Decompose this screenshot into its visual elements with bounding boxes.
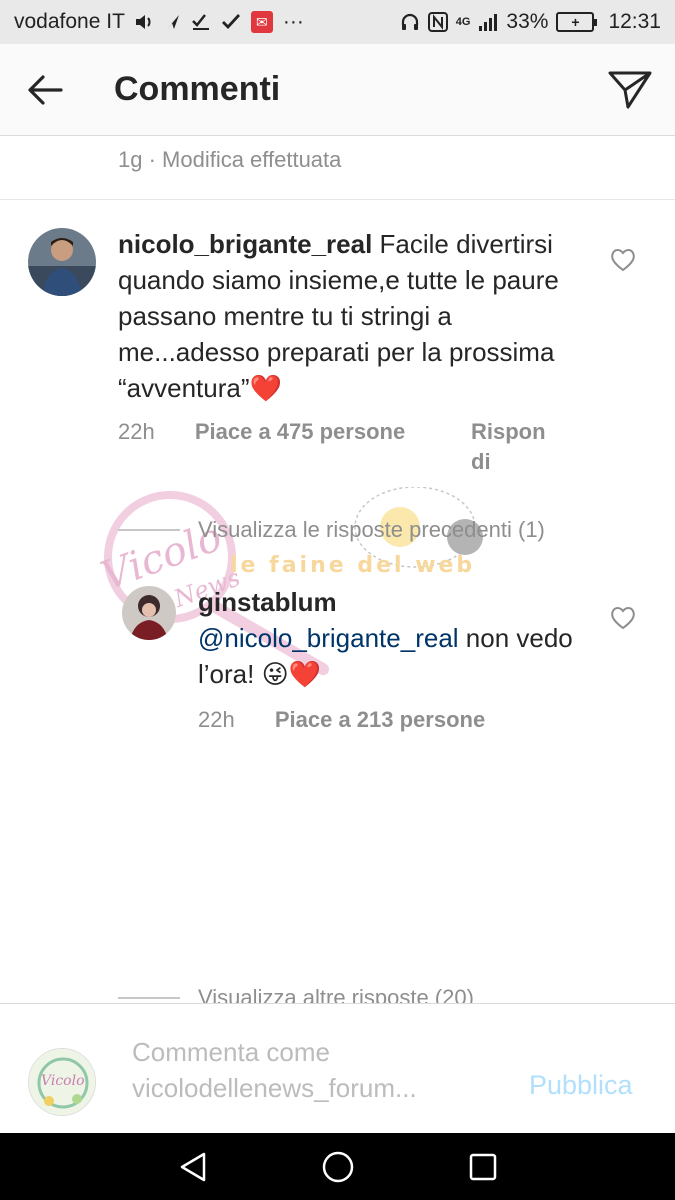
back-button[interactable]: [0, 44, 90, 136]
comment-text: nicolo_brigante_real Facile divertirsi q…: [118, 226, 588, 406]
heart-icon: [611, 249, 635, 272]
check-icon: [221, 13, 241, 31]
arrow-left-icon: [28, 74, 63, 105]
reply-text: ginstablum @nicolo_brigante_real non ved…: [198, 584, 598, 692]
paper-plane-icon: [608, 71, 652, 108]
system-nav-bar: [0, 1133, 675, 1200]
app-notification-icon: ✉: [250, 11, 273, 33]
like-button[interactable]: [608, 245, 638, 275]
nfc-icon: [427, 12, 448, 32]
checklist-icon: [191, 13, 211, 31]
reply-time: 22h: [198, 707, 235, 732]
view-previous-replies-label: Visualizza le risposte precedenti (1): [198, 517, 545, 542]
view-more-replies-label: Visualizza altre risposte (20): [198, 985, 474, 1003]
divider: [118, 529, 180, 531]
view-more-replies-link[interactable]: Visualizza altre risposte (20): [118, 985, 474, 1003]
clock: 12:31: [608, 10, 661, 33]
carrier-label: vodafone IT: [14, 10, 125, 33]
status-bar: vodafone IT ✉ ··· 4G 33% + 12:31: [0, 0, 675, 44]
reply-button[interactable]: Rispondi: [471, 417, 551, 477]
mention-link[interactable]: @nicolo_brigante_real: [198, 623, 459, 653]
triangle-back-icon: [180, 1152, 205, 1181]
edited-label: 1g · Modifica effettuata: [118, 147, 342, 172]
reply-meta: 22h Piace a 213 persone: [198, 707, 485, 733]
app-header: Commenti: [0, 44, 675, 136]
battery-icon: +: [556, 12, 598, 32]
like-button[interactable]: [608, 603, 638, 633]
comment-composer: Vicolo Commenta come vicolodellenews_for…: [0, 1003, 675, 1133]
divider: [118, 997, 180, 999]
page-title: Commenti: [114, 70, 281, 108]
divider: [0, 199, 675, 200]
comment-username[interactable]: nicolo_brigante_real: [118, 229, 372, 259]
more-notifications-icon: ···: [282, 10, 304, 33]
volume-icon: [135, 13, 155, 31]
battery-percent: 33%: [506, 10, 549, 33]
share-button[interactable]: [585, 44, 675, 136]
circle-home-icon: [322, 1151, 353, 1182]
headphones-icon: [400, 12, 420, 32]
comment-time: 22h: [118, 419, 155, 444]
comment-likes[interactable]: Piace a 475 persone: [195, 419, 405, 444]
reply-username[interactable]: ginstablum: [198, 587, 337, 617]
nav-recents-button[interactable]: [453, 1137, 513, 1197]
view-previous-replies-link[interactable]: Visualizza le risposte precedenti (1): [118, 517, 545, 543]
comment-meta: 22h Piace a 475 persone: [118, 419, 405, 445]
svg-text:le faine del web: le faine del web: [230, 553, 475, 578]
reply-likes[interactable]: Piace a 213 persone: [275, 707, 485, 732]
avatar[interactable]: [122, 586, 176, 640]
avatar: Vicolo: [28, 1048, 96, 1116]
avatar[interactable]: [28, 228, 96, 296]
comment-input[interactable]: Commenta come vicolodellenews_forum...: [132, 1034, 512, 1106]
square-recents-icon: [469, 1153, 496, 1180]
navigation-arrow-icon: [165, 13, 181, 31]
signal-icon: [478, 13, 498, 31]
publish-button[interactable]: Pubblica: [529, 1070, 633, 1101]
nav-home-button[interactable]: [308, 1137, 368, 1197]
comments-list: 1g · Modifica effettuata nicolo_brigante…: [0, 137, 675, 1003]
nav-back-button[interactable]: [163, 1137, 223, 1197]
network-type-label: 4G: [455, 16, 471, 28]
heart-icon: [611, 607, 635, 630]
svg-text:Vicolo: Vicolo: [41, 1073, 85, 1089]
